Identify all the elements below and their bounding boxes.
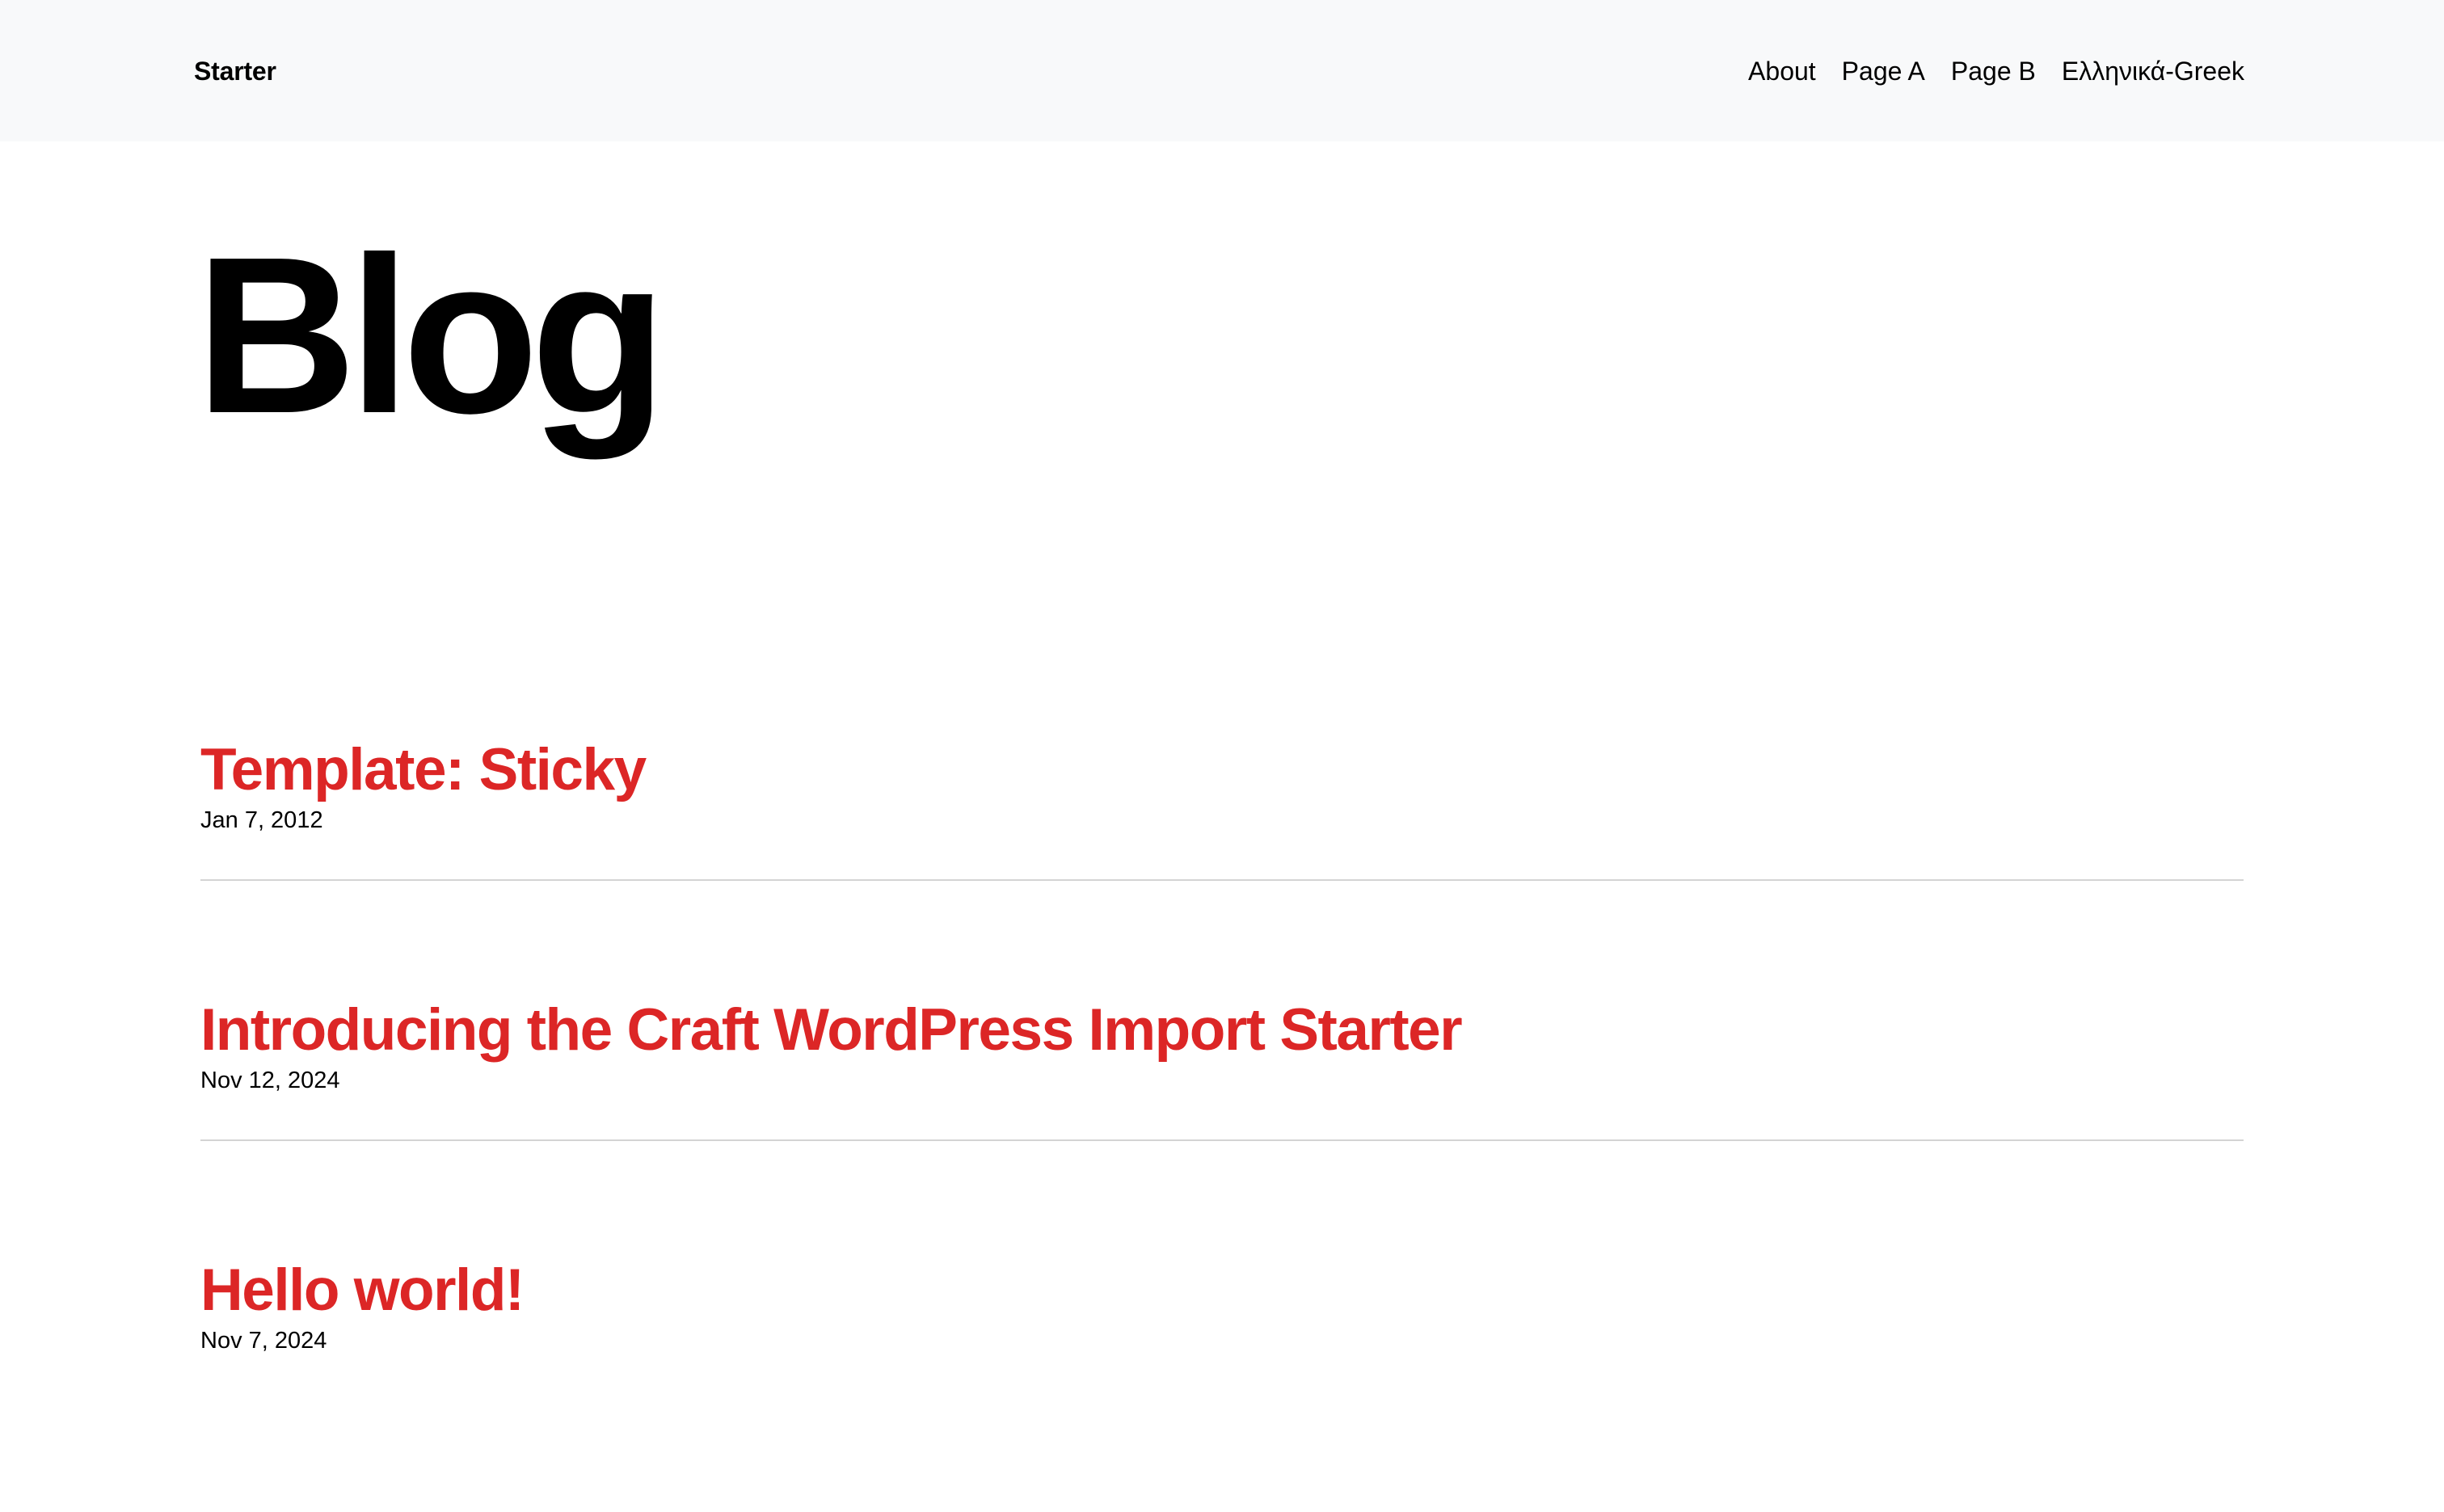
post-date: Jan 7, 2012 — [200, 807, 323, 833]
post-item: Hello world! Nov 7, 2024 — [200, 1252, 2244, 1512]
post-title-link[interactable]: Template: Sticky — [200, 731, 2244, 809]
nav-link-page-b[interactable]: Page B — [1951, 53, 2036, 89]
nav-link-about[interactable]: About — [1748, 53, 1816, 89]
site-name-link[interactable]: Starter — [194, 53, 276, 89]
post-title-link[interactable]: Hello world! — [200, 1252, 2244, 1329]
post-date: Nov 7, 2024 — [200, 1328, 327, 1354]
page-title: Blog — [196, 211, 667, 460]
site-header: Starter About Page A Page B Ελληνικά-Gre… — [0, 0, 2444, 141]
post-divider — [200, 1139, 2244, 1141]
post-item: Template: Sticky Jan 7, 2012 — [200, 731, 2244, 992]
main-nav: About Page A Page B Ελληνικά-Greek — [1748, 53, 2244, 89]
nav-link-page-a[interactable]: Page A — [1842, 53, 1925, 89]
post-item: Introducing the Craft WordPress Import S… — [200, 992, 2244, 1252]
nav-link-greek[interactable]: Ελληνικά-Greek — [2062, 53, 2244, 89]
post-title-link[interactable]: Introducing the Craft WordPress Import S… — [200, 992, 2244, 1069]
post-date: Nov 12, 2024 — [200, 1068, 340, 1093]
post-divider — [200, 879, 2244, 881]
post-list: Template: Sticky Jan 7, 2012 Introducing… — [200, 731, 2244, 1512]
